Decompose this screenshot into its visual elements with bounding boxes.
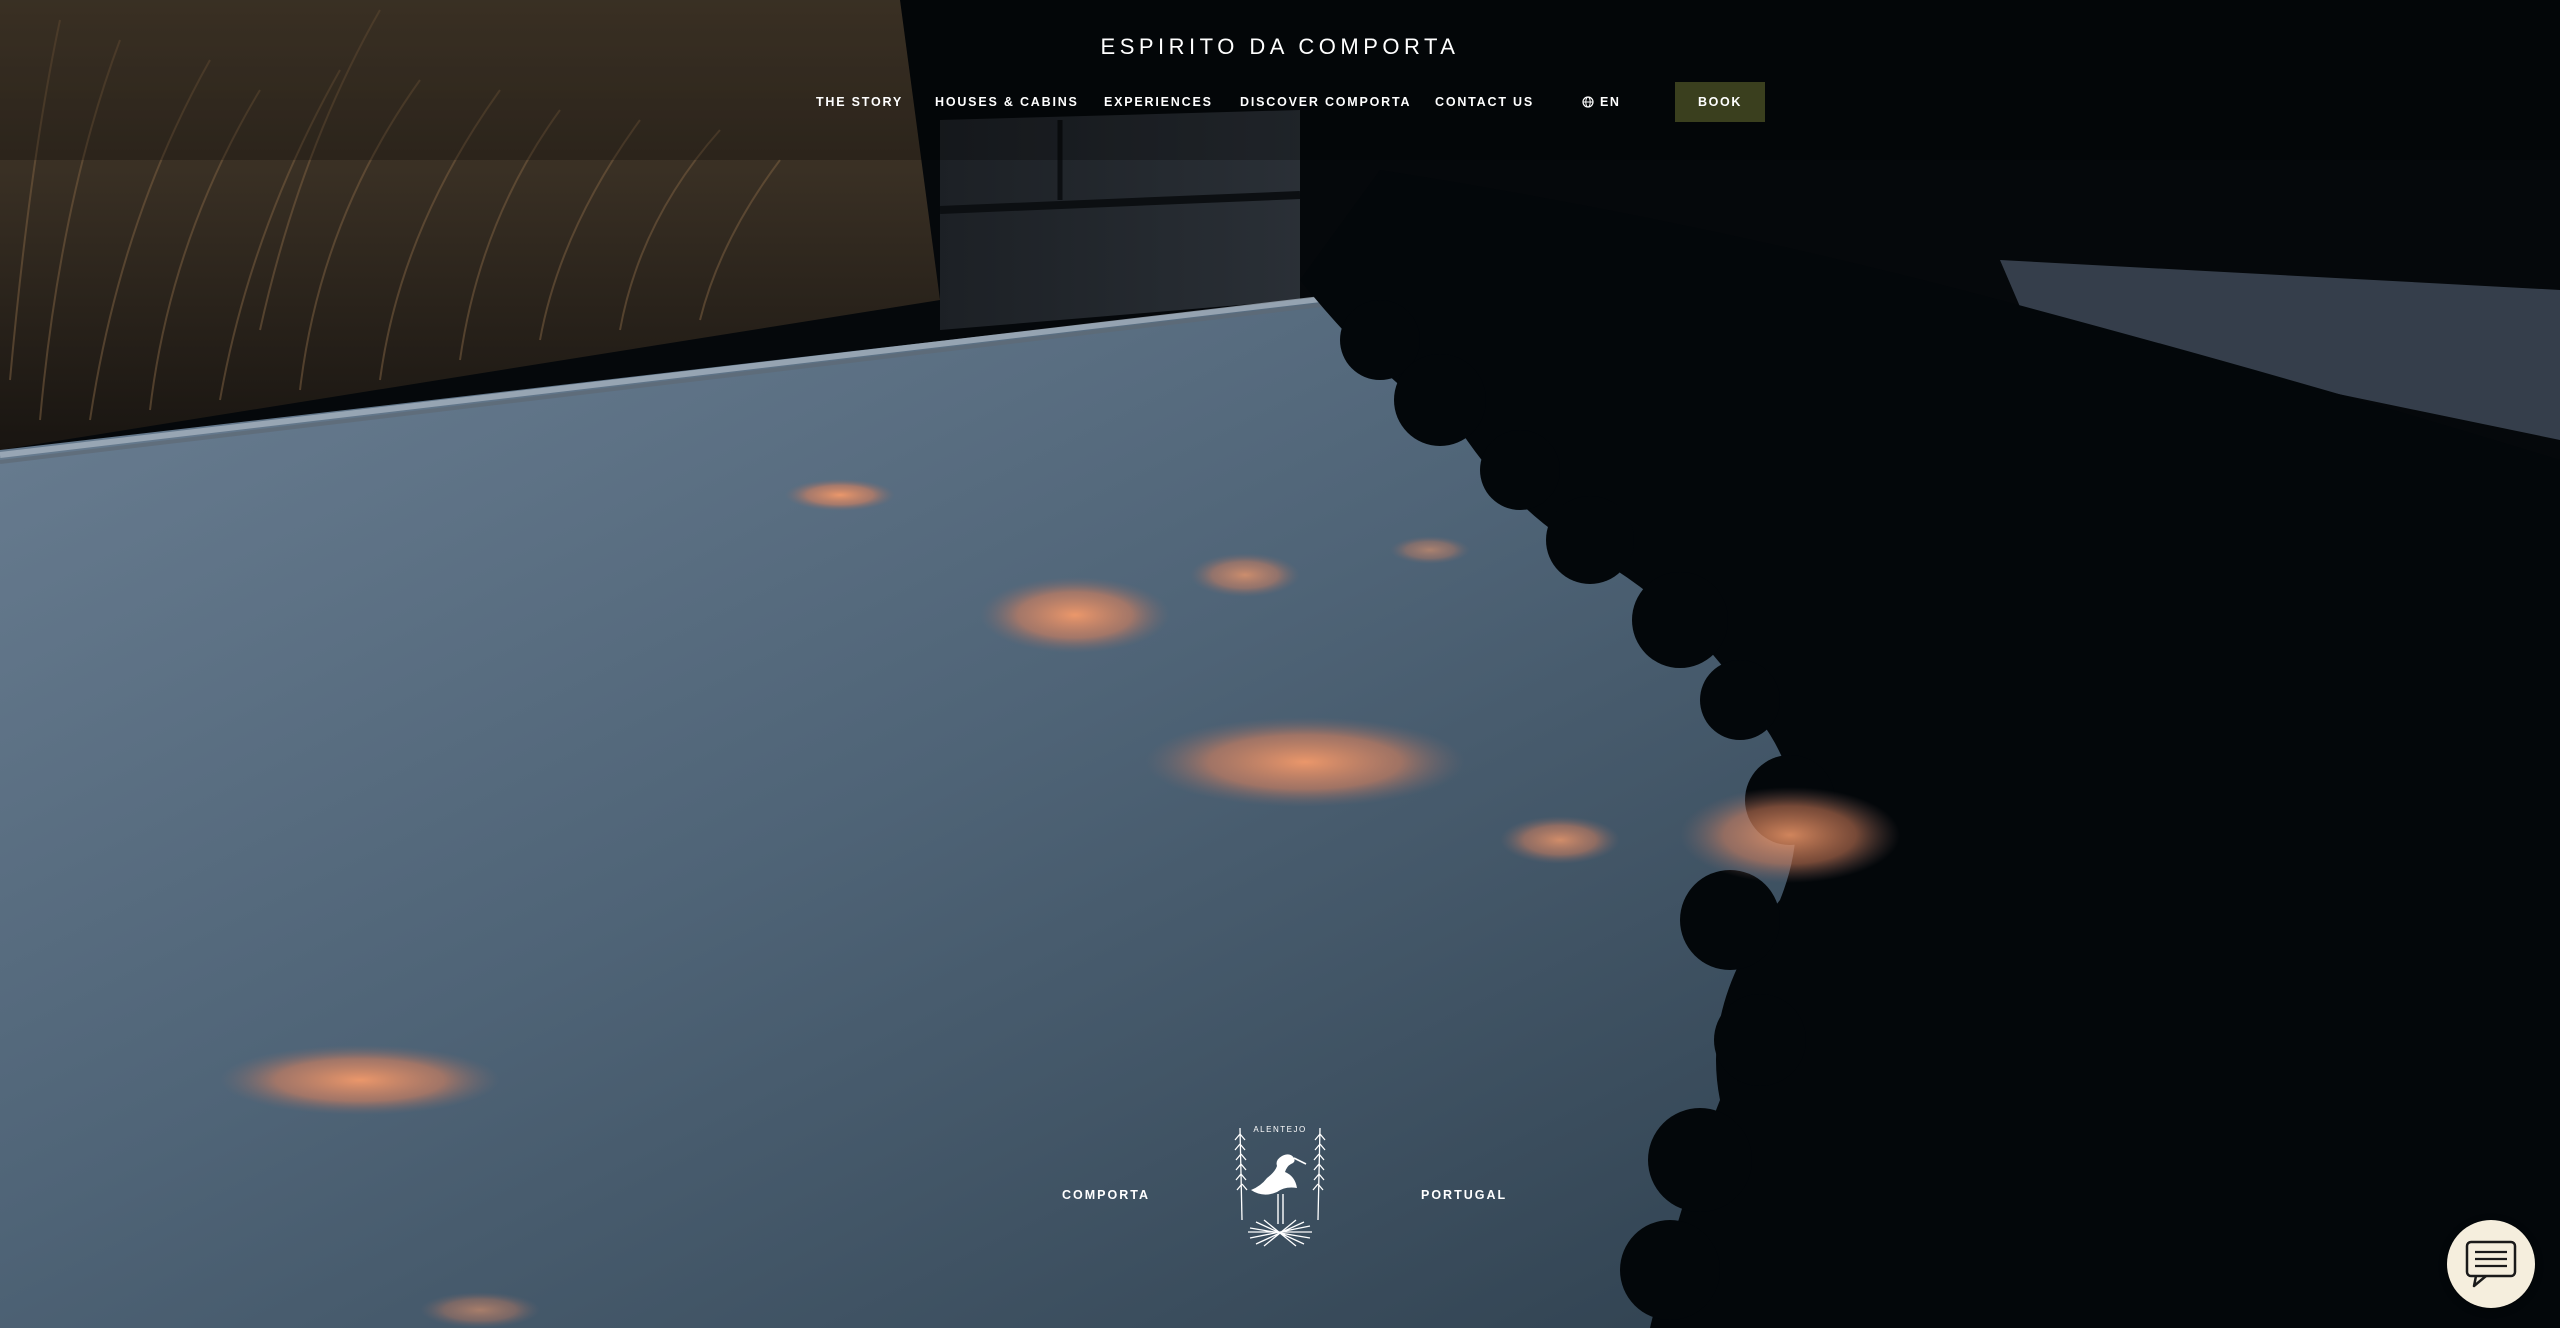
location-label-left: COMPORTA: [1062, 1188, 1150, 1202]
language-label: EN: [1600, 95, 1621, 109]
main-nav: THE STORY HOUSES & CABINS EXPERIENCES DI…: [0, 82, 2560, 122]
site-title[interactable]: ESPIRITO DA COMPORTA: [0, 34, 2560, 60]
nav-item-contact-us[interactable]: CONTACT US: [1435, 95, 1534, 109]
chat-icon: [2465, 1240, 2517, 1288]
emblem-region-text: ALENTEJO: [1253, 1125, 1306, 1134]
nav-item-houses-cabins[interactable]: HOUSES & CABINS: [935, 95, 1079, 109]
hero-section: ESPIRITO DA COMPORTA THE STORY HOUSES & …: [0, 0, 2560, 1328]
nav-item-experiences[interactable]: EXPERIENCES: [1104, 95, 1213, 109]
location-label-right: PORTUGAL: [1421, 1188, 1508, 1202]
book-button[interactable]: BOOK: [1675, 82, 1765, 122]
language-selector[interactable]: EN: [1582, 95, 1621, 109]
chat-button[interactable]: [2447, 1220, 2535, 1308]
stork-crest-icon: ALENTEJO: [1220, 1120, 1340, 1260]
nav-item-the-story[interactable]: THE STORY: [816, 95, 903, 109]
globe-icon: [1582, 96, 1594, 108]
nav-item-discover-comporta[interactable]: DISCOVER COMPORTA: [1240, 95, 1411, 109]
